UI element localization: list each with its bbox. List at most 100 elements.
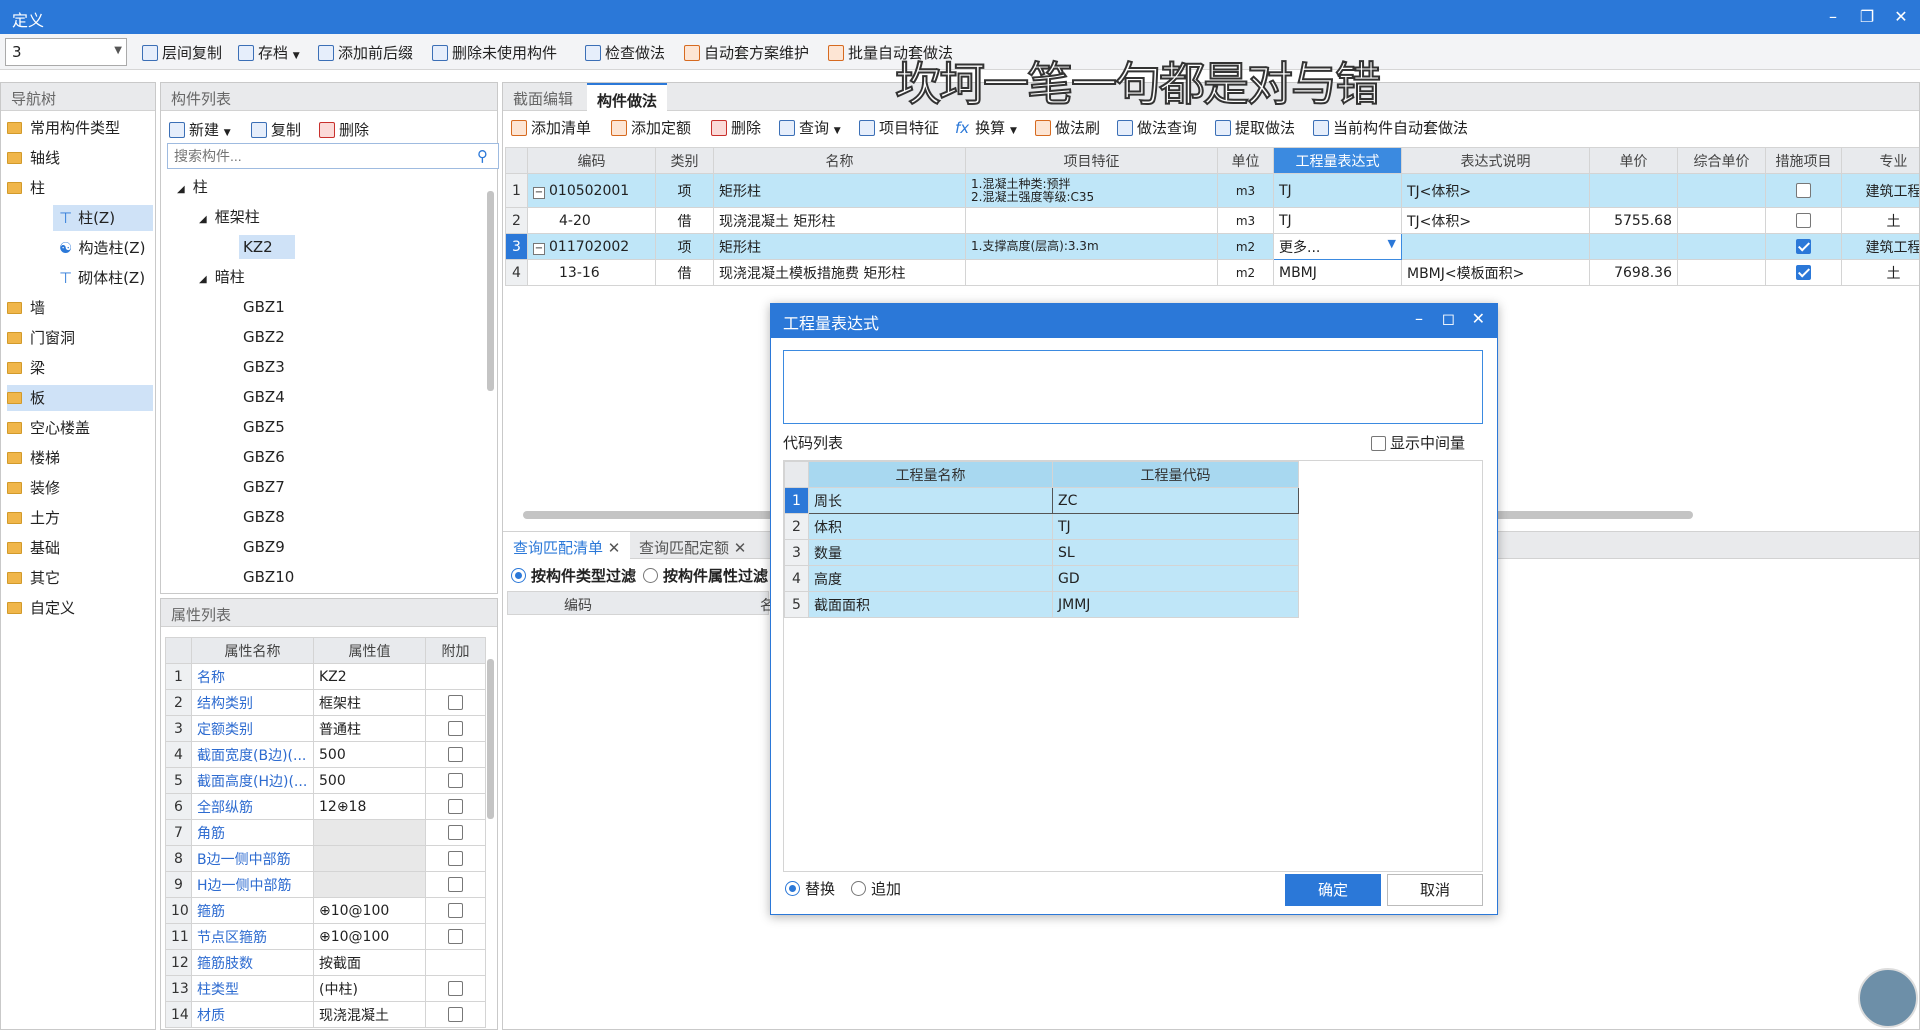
append-radio[interactable]: 追加 bbox=[851, 878, 901, 899]
qty-code-cell[interactable]: GD bbox=[1052, 565, 1299, 592]
close-icon[interactable]: ✕ bbox=[1886, 4, 1916, 30]
property-value[interactable]: 500 bbox=[313, 767, 426, 794]
nav-item-other[interactable]: 其它 bbox=[7, 565, 60, 591]
checkbox-icon[interactable] bbox=[448, 747, 463, 762]
chevron-down-icon[interactable]: ▼ bbox=[1388, 237, 1396, 250]
method-row[interactable]: 1−010502001 项矩形柱 1.混凝土种类:预拌 2.混凝土强度等级:C35 m3… bbox=[505, 173, 1919, 208]
measure-cell[interactable] bbox=[1765, 233, 1842, 260]
nav-item-door-window[interactable]: 门窗洞 bbox=[7, 325, 75, 351]
code-row[interactable]: 2 体积 TJ bbox=[784, 513, 1299, 540]
price-cell[interactable]: 5755.68 bbox=[1589, 207, 1678, 234]
tree-node-gbz9[interactable]: GBZ9 bbox=[243, 535, 285, 559]
item-feature-button[interactable]: 项目特征 bbox=[859, 117, 939, 138]
code-cell[interactable]: −010502001 bbox=[527, 173, 656, 208]
tab-component-method[interactable]: 构件做法 bbox=[587, 83, 668, 111]
measure-cell[interactable] bbox=[1765, 173, 1842, 208]
qty-code-cell[interactable]: TJ bbox=[1052, 513, 1299, 540]
qty-code-cell[interactable]: JMMJ bbox=[1052, 591, 1299, 618]
feature-cell[interactable]: 1.支撑高度(层高):3.3m bbox=[965, 233, 1218, 260]
scrollbar[interactable] bbox=[487, 191, 494, 391]
append-cell[interactable] bbox=[425, 819, 486, 846]
restore-icon[interactable]: ❐ bbox=[1852, 4, 1882, 30]
search-icon[interactable]: ⚲ bbox=[477, 147, 488, 165]
property-row[interactable]: 5 截面高度(H边)(... 500 bbox=[165, 767, 486, 794]
tree-node-gbz3[interactable]: GBZ3 bbox=[243, 355, 285, 379]
price-cell[interactable] bbox=[1589, 173, 1678, 208]
floor-copy-button[interactable]: 层间复制 bbox=[142, 42, 222, 63]
qty-name-cell[interactable]: 体积 bbox=[808, 513, 1053, 540]
append-cell[interactable] bbox=[425, 871, 486, 898]
method-row[interactable]: 3−011702002 项矩形柱 1.支撑高度(层高):3.3m m2 更多... ▼ 建筑… bbox=[505, 233, 1919, 260]
append-cell[interactable] bbox=[425, 663, 486, 690]
nav-item-stairs[interactable]: 楼梯 bbox=[7, 445, 60, 471]
nav-item-slab[interactable]: 板 bbox=[7, 385, 153, 411]
checkbox-icon[interactable] bbox=[448, 877, 463, 892]
property-value[interactable]: ⊕10@100 bbox=[313, 923, 426, 950]
close-icon[interactable]: ✕ bbox=[1472, 309, 1485, 328]
qty-code-cell[interactable]: SL bbox=[1052, 539, 1299, 566]
tree-node-gbz4[interactable]: GBZ4 bbox=[243, 385, 285, 409]
property-row[interactable]: 2 结构类别 框架柱 bbox=[165, 689, 486, 716]
component-search-input[interactable] bbox=[167, 143, 499, 169]
ok-button[interactable]: 确定 bbox=[1285, 874, 1381, 906]
nav-item-hollow-floor[interactable]: 空心楼盖 bbox=[7, 415, 90, 441]
tree-node-gbz8[interactable]: GBZ8 bbox=[243, 505, 285, 529]
nav-item-column[interactable]: 柱 bbox=[7, 175, 45, 201]
checkbox-icon[interactable] bbox=[448, 981, 463, 996]
checkbox-icon[interactable] bbox=[448, 1007, 463, 1022]
feature-cell[interactable] bbox=[965, 259, 1218, 286]
property-row[interactable]: 9 H边一侧中部筋 bbox=[165, 871, 486, 898]
property-row[interactable]: 13 柱类型 (中柱) bbox=[165, 975, 486, 1002]
tree-node-gbz10[interactable]: GBZ10 bbox=[243, 565, 294, 589]
avatar[interactable] bbox=[1858, 968, 1918, 1028]
name-cell[interactable]: 矩形柱 bbox=[713, 173, 966, 208]
method-brush-button[interactable]: 做法刷 bbox=[1035, 117, 1100, 138]
tree-node-gbz7[interactable]: GBZ7 bbox=[243, 475, 285, 499]
append-cell[interactable] bbox=[425, 689, 486, 716]
checkbox-icon[interactable] bbox=[448, 695, 463, 710]
feature-cell[interactable]: 1.混凝土种类:预拌 2.混凝土强度等级:C35 bbox=[965, 173, 1218, 208]
nav-item-decoration[interactable]: 装修 bbox=[7, 475, 60, 501]
expr-cell[interactable]: TJ bbox=[1273, 173, 1402, 208]
tab-section-edit[interactable]: 截面编辑 bbox=[503, 83, 583, 111]
property-row[interactable]: 14 材质 现浇混凝土 bbox=[165, 1001, 486, 1028]
nav-item-common[interactable]: 常用构件类型 bbox=[7, 115, 120, 141]
qty-name-cell[interactable]: 截面面积 bbox=[808, 591, 1053, 618]
name-cell[interactable]: 矩形柱 bbox=[713, 233, 966, 260]
nav-item-column-z[interactable]: ⊤ 柱(Z) bbox=[53, 205, 153, 231]
property-row[interactable]: 11 节点区箍筋 ⊕10@100 bbox=[165, 923, 486, 950]
replace-radio[interactable]: 替换 bbox=[785, 878, 835, 899]
property-value[interactable] bbox=[313, 819, 426, 846]
price-cell[interactable] bbox=[1589, 233, 1678, 260]
append-cell[interactable] bbox=[425, 975, 486, 1002]
property-value[interactable]: 按截面 bbox=[313, 949, 426, 976]
property-row[interactable]: 3 定额类别 普通柱 bbox=[165, 715, 486, 742]
copy-button[interactable]: 复制 bbox=[251, 119, 301, 140]
tree-node-gbz5[interactable]: GBZ5 bbox=[243, 415, 285, 439]
extract-method-button[interactable]: 提取做法 bbox=[1215, 117, 1295, 138]
code-cell[interactable]: 13-16 bbox=[527, 259, 656, 286]
checkbox-icon[interactable] bbox=[448, 825, 463, 840]
checkbox-icon[interactable] bbox=[448, 773, 463, 788]
checkbox-icon[interactable] bbox=[448, 799, 463, 814]
add-quota-button[interactable]: 添加定额 bbox=[611, 117, 691, 138]
auto-method-button[interactable]: 当前构件自动套做法 bbox=[1313, 117, 1468, 138]
new-button[interactable]: 新建 ▼ bbox=[169, 119, 231, 140]
expr-cell[interactable]: MBMJ bbox=[1273, 259, 1402, 286]
property-value[interactable]: 普通柱 bbox=[313, 715, 426, 742]
measure-cell[interactable] bbox=[1765, 207, 1842, 234]
append-cell[interactable] bbox=[425, 923, 486, 950]
qty-name-cell[interactable]: 周长 bbox=[808, 487, 1053, 514]
auto-scheme-button[interactable]: 自动套方案维护 bbox=[684, 42, 809, 63]
checkbox-icon[interactable] bbox=[448, 721, 463, 736]
query-button[interactable]: 查询 ▼ bbox=[779, 117, 841, 138]
filter-attr-radio[interactable]: 按构件属性过滤 bbox=[643, 565, 768, 586]
filter-type-radio[interactable]: 按构件类型过滤 bbox=[511, 565, 636, 586]
price-cell[interactable]: 7698.36 bbox=[1589, 259, 1678, 286]
tree-node-gbz1[interactable]: GBZ1 bbox=[243, 295, 285, 319]
method-row[interactable]: 4 13-16 借现浇混凝土模板措施费 矩形柱 m2 MBMJ MBMJ<模板面积> 769… bbox=[505, 259, 1919, 286]
show-mid-checkbox[interactable]: 显示中间量 bbox=[1371, 432, 1465, 453]
property-row[interactable]: 8 B边一侧中部筋 bbox=[165, 845, 486, 872]
tab-match-list[interactable]: 查询匹配清单 ✕ bbox=[503, 532, 631, 560]
property-value[interactable] bbox=[313, 845, 426, 872]
